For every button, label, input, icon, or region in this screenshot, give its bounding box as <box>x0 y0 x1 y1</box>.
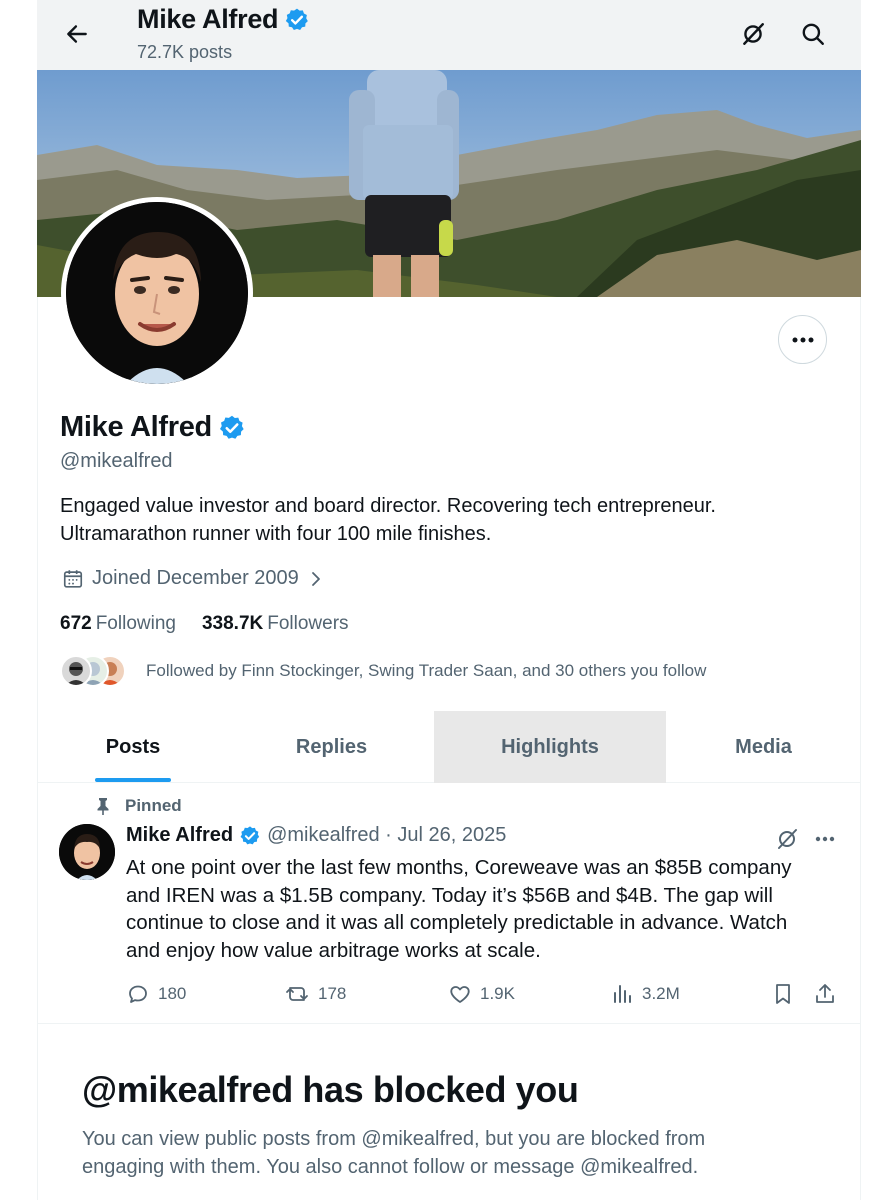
blocked-title: @mikealfred has blocked you <box>82 1069 579 1110</box>
grok-icon <box>778 829 797 849</box>
like-count: 1.9K <box>480 984 515 1003</box>
header-name: Mike Alfred <box>137 4 279 34</box>
search-button[interactable] <box>795 16 831 52</box>
profile-avatar[interactable] <box>61 197 253 389</box>
followed-by-avatars <box>60 655 126 687</box>
calendar-icon <box>63 569 83 588</box>
pinned-indicator: Pinned <box>95 796 182 816</box>
avatar-image <box>66 202 248 384</box>
pinned-label: Pinned <box>125 796 182 815</box>
reply-icon <box>129 985 147 1003</box>
following-label: Following <box>95 613 176 634</box>
verified-badge-icon[interactable] <box>239 825 261 847</box>
blocked-notice: @mikealfred has blocked you You can view… <box>37 1025 861 1200</box>
post-text-line: continue to close and it was all complet… <box>126 911 788 934</box>
follow-stats: 672 Following 338.7K Followers <box>60 613 349 635</box>
repost-count: 178 <box>318 984 347 1003</box>
grok-icon <box>743 23 764 45</box>
followers-label: Followers <box>267 613 349 634</box>
post-text-line: and IREN was a $1.5B company. Today it’s… <box>126 883 773 907</box>
views-count: 3.2M <box>642 984 680 1003</box>
followers-count: 338.7K <box>201 613 264 634</box>
pinned-post[interactable]: Pinned Mike Alfred @mikealfred · Jul 26,… <box>37 784 861 1024</box>
profile-name-text: Mike Alfred <box>60 411 212 443</box>
tab-label: Highlights <box>501 735 599 758</box>
profile-bio: Engaged value investor and board directo… <box>60 492 800 548</box>
repost-button[interactable]: 178 <box>284 982 346 1006</box>
post-actions: 180 178 1.9K 3.2M <box>126 982 836 1008</box>
right-gutter <box>861 0 890 1200</box>
following-count: 672 <box>60 613 92 634</box>
like-icon <box>450 986 470 1003</box>
bio-line: Engaged value investor and board directo… <box>60 495 716 517</box>
avatar-image <box>59 824 115 880</box>
header-post-count: 72.7K posts <box>137 42 233 62</box>
grok-button[interactable] <box>735 16 771 52</box>
reply-count: 180 <box>158 984 187 1003</box>
profile-name: Mike Alfred <box>60 411 246 444</box>
tab-label: Media <box>735 735 792 758</box>
search-icon <box>802 23 824 45</box>
header-title: Mike Alfred <box>137 4 310 35</box>
reply-button[interactable]: 180 <box>126 982 186 1006</box>
avatar <box>60 655 92 687</box>
share-button[interactable] <box>814 982 836 1006</box>
post-author-name[interactable]: Mike Alfred <box>126 824 233 847</box>
back-arrow-icon <box>67 25 87 43</box>
bookmark-icon <box>776 984 790 1004</box>
post-meta[interactable]: @mikealfred · Jul 26, 2025 <box>267 824 506 847</box>
post-text: At one point over the last few months, C… <box>126 854 836 964</box>
pin-icon <box>97 798 109 815</box>
views-button[interactable]: 3.2M <box>610 982 680 1006</box>
followers-link[interactable]: 338.7K Followers <box>202 613 349 635</box>
blocked-message: You can view public posts from @mikealfr… <box>82 1125 782 1181</box>
back-button[interactable] <box>59 16 95 52</box>
tab-highlights[interactable]: Highlights <box>434 711 666 783</box>
repost-icon <box>286 987 308 1001</box>
tab-replies[interactable]: Replies <box>229 711 434 783</box>
joined-text: Joined December 2009 <box>92 567 299 589</box>
bookmark-button[interactable] <box>772 982 794 1006</box>
post-avatar[interactable] <box>59 824 115 880</box>
tab-media[interactable]: Media <box>666 711 861 783</box>
post-more-button[interactable] <box>810 824 840 854</box>
followed-by[interactable]: Followed by Finn Stockinger, Swing Trade… <box>60 655 706 687</box>
verified-badge-icon[interactable] <box>218 414 246 442</box>
blocked-message-line: You can view public posts from @mikealfr… <box>82 1128 706 1150</box>
more-icon <box>815 836 835 842</box>
like-button[interactable]: 1.9K <box>448 982 515 1006</box>
profile-handle: @mikealfred <box>60 450 173 472</box>
more-icon <box>792 337 813 342</box>
bio-line: Ultramarathon runner with four 100 mile … <box>60 523 492 545</box>
chevron-right-icon <box>311 571 320 586</box>
verified-badge-icon[interactable] <box>284 7 310 33</box>
top-bar: Mike Alfred 72.7K posts <box>37 0 861 70</box>
post-text-line: At one point over the last few months, C… <box>126 856 792 879</box>
left-gutter <box>0 0 37 1200</box>
post-text-line: and enjoy how value arbitrage works at s… <box>126 938 541 962</box>
followed-by-text: Followed by Finn Stockinger, Swing Trade… <box>146 661 707 680</box>
tab-posts[interactable]: Posts <box>37 711 229 783</box>
joined-date[interactable]: Joined December 2009 <box>62 567 325 590</box>
share-icon <box>816 984 834 1003</box>
views-icon <box>614 985 631 1003</box>
following-link[interactable]: 672 Following <box>60 613 176 635</box>
blocked-message-line: engaging with them. You also cannot foll… <box>82 1156 699 1178</box>
tab-label: Posts <box>105 735 161 758</box>
profile-tabs: Posts Replies Highlights Media <box>37 711 861 783</box>
post-grok-button[interactable] <box>772 824 802 854</box>
profile-more-button[interactable] <box>778 315 827 364</box>
post-header: Mike Alfred @mikealfred · Jul 26, 2025 <box>126 824 506 847</box>
tab-label: Replies <box>295 735 368 758</box>
active-tab-indicator <box>95 778 171 782</box>
